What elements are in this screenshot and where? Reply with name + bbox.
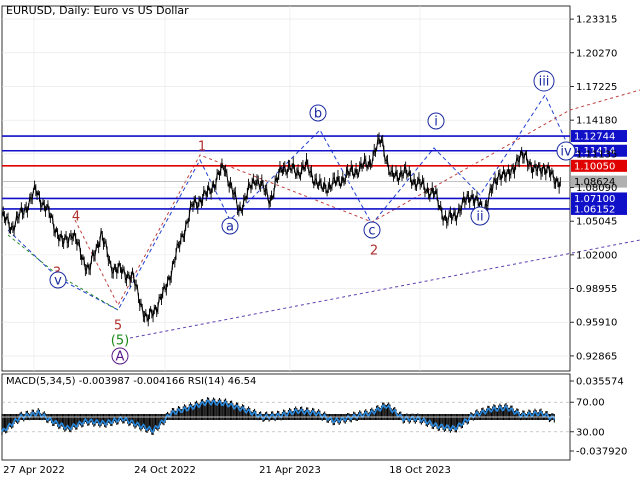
y-tick-label: 1.02000 xyxy=(576,250,617,261)
x-tick-label: 24 Oct 2022 xyxy=(134,465,196,476)
wave-label: 1 xyxy=(198,140,206,155)
wave-label: v xyxy=(54,274,62,289)
indicator-title: MACD(5,34,5) -0.003987 -0.004166 RSI(14)… xyxy=(6,376,256,387)
y-tick-label: 1.08090 xyxy=(576,183,617,194)
y-tick-label: 0.95910 xyxy=(576,318,617,329)
rsi-label: RSI(14) 46.54 xyxy=(187,376,257,387)
wave-label: A xyxy=(116,350,125,365)
indicator-tick-label: -0.037920 xyxy=(576,447,627,458)
indicator-tick-label: 0.035574 xyxy=(576,377,624,388)
y-tick-label: 1.14180 xyxy=(576,116,617,127)
x-tick-label: 18 Oct 2023 xyxy=(389,465,451,476)
symbol: EURUSD xyxy=(6,4,53,17)
main-pane xyxy=(1,5,571,372)
chart-title: EURUSD, Daily: Euro vs US Dollar xyxy=(6,4,189,17)
x-tick-label: 21 Apr 2023 xyxy=(259,465,321,476)
level-label: 1.06152 xyxy=(574,204,615,215)
timeframe: Daily xyxy=(59,4,87,17)
wave-label: 5 xyxy=(114,319,122,334)
x-tick-label: 27 Apr 2022 xyxy=(3,465,65,476)
y-tick-label: 1.20270 xyxy=(576,48,617,59)
wave-label: 4 xyxy=(72,210,80,225)
y-tick-label: 0.92865 xyxy=(576,351,617,362)
wave-label: 2 xyxy=(370,244,378,259)
indicator-tick-label: 30.00 xyxy=(576,427,605,438)
level-label: 1.12744 xyxy=(574,132,615,143)
wave-label: (5) xyxy=(111,334,129,349)
y-tick-label: 1.23315 xyxy=(576,15,617,26)
description: Euro vs US Dollar xyxy=(93,4,189,17)
y-tick-label: 1.17225 xyxy=(576,82,617,93)
level-label: 1.10050 xyxy=(574,161,615,172)
wave-label: ii xyxy=(476,210,483,225)
indicator-tick-label: 70.00 xyxy=(576,398,605,409)
macd-label: MACD(5,34,5) -0.003987 -0.004166 xyxy=(6,376,185,387)
wave-label: b xyxy=(314,107,322,122)
price-chart: 1.127441.114141.100501.086241.071001.061… xyxy=(0,0,640,480)
wave-label: a xyxy=(226,220,234,235)
y-tick-label: 0.98955 xyxy=(576,284,617,295)
wave-label: iv xyxy=(560,145,572,160)
wave-label: i xyxy=(434,115,438,130)
y-tick-label: 1.11135 xyxy=(576,149,617,160)
y-tick-label: 1.05045 xyxy=(576,217,617,228)
wave-label: iii xyxy=(539,75,550,90)
wave-label: c xyxy=(368,224,375,239)
